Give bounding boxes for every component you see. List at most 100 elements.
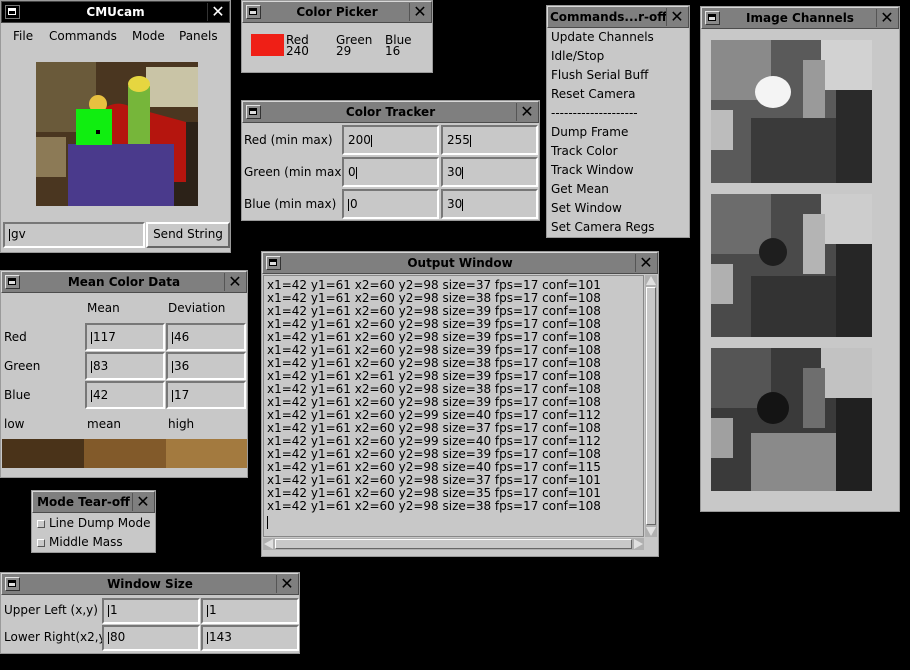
horizontal-scroll-thumb[interactable]	[275, 539, 632, 549]
menu-commands[interactable]: Commands	[49, 29, 117, 43]
output-line: x1=42 y1=61 x2=60 y2=98 size=38 fps=17 c…	[267, 499, 601, 513]
blue-deviation-field[interactable]: 17	[166, 381, 246, 409]
mode-tearoff-window: Mode Tear-off ✕ Line Dump Mode Middle Ma…	[31, 490, 156, 553]
scroll-down-arrow-icon[interactable]	[646, 527, 656, 536]
window-menu-icon[interactable]	[246, 105, 261, 119]
cmucam-window: CMUcam ✕ File Commands Mode Panels gv Se…	[0, 0, 231, 253]
line-dump-mode-label: Line Dump Mode	[49, 516, 151, 530]
upper-left-label: Upper Left (x,y)	[4, 603, 98, 617]
command-input[interactable]: gv	[3, 222, 145, 248]
close-icon[interactable]: ✕	[132, 493, 153, 511]
red-max-field[interactable]: 255	[441, 125, 538, 155]
window-menu-icon[interactable]	[705, 11, 720, 25]
output-titlebar[interactable]: Output Window ✕	[262, 252, 658, 274]
window-menu-icon[interactable]	[5, 275, 20, 289]
commands-title: Commands...r-off	[550, 10, 666, 24]
text-cursor	[267, 516, 268, 529]
horizontal-scrollbar[interactable]	[263, 538, 644, 550]
commands-titlebar[interactable]: Commands...r-off ✕	[547, 6, 689, 28]
close-icon[interactable]: ✕	[876, 9, 897, 27]
red-min-field[interactable]: 200	[342, 125, 439, 155]
cmucam-titlebar[interactable]: CMUcam ✕	[1, 1, 230, 23]
color-tracker-window: Color Tracker ✕ Red (min max) 200 255 Gr…	[241, 100, 540, 221]
menu-mode[interactable]: Mode	[132, 29, 165, 43]
blue-max-field[interactable]: 30	[441, 189, 538, 219]
window-size-title: Window Size	[107, 577, 193, 591]
lower-right-label: Lower Right(x2,y	[4, 630, 106, 644]
close-icon[interactable]: ✕	[666, 8, 687, 26]
mode-tearoff-titlebar[interactable]: Mode Tear-off ✕	[32, 491, 155, 513]
menubar: File Commands Mode Panels	[1, 23, 230, 49]
image-channels-title: Image Channels	[746, 11, 854, 25]
menu-flush-serial-buff[interactable]: Flush Serial Buff	[551, 66, 648, 85]
mean-color-window: Mean Color Data ✕ Mean Deviation Red 117…	[0, 270, 248, 478]
low-color-swatch	[2, 439, 84, 468]
scroll-left-arrow-icon[interactable]	[264, 539, 273, 549]
menu-reset-camera[interactable]: Reset Camera	[551, 85, 635, 104]
color-tracker-title: Color Tracker	[345, 105, 436, 119]
mean-swatch-label: mean	[87, 417, 122, 431]
red-channel-scene	[711, 40, 872, 183]
camera-scene	[36, 62, 198, 206]
blue-mean-field[interactable]: 42	[85, 381, 165, 409]
mean-color-titlebar[interactable]: Mean Color Data ✕	[1, 271, 247, 293]
lower-right-y-field[interactable]: 143	[201, 625, 299, 651]
red-mean-field[interactable]: 117	[85, 323, 165, 351]
close-icon[interactable]: ✕	[635, 254, 656, 272]
window-menu-icon[interactable]	[5, 5, 20, 19]
menu-idle-stop[interactable]: Idle/Stop	[551, 47, 604, 66]
image-channels-titlebar[interactable]: Image Channels ✕	[701, 7, 899, 29]
menu-file[interactable]: File	[13, 29, 33, 43]
green-max-field[interactable]: 30	[441, 157, 538, 187]
middle-mass-label: Middle Mass	[49, 535, 123, 549]
upper-left-y-field[interactable]: 1	[201, 598, 299, 624]
high-color-swatch	[166, 439, 247, 468]
scroll-up-arrow-icon[interactable]	[646, 276, 656, 285]
camera-image[interactable]	[36, 62, 198, 206]
menu-update-channels[interactable]: Update Channels	[551, 28, 654, 47]
mean-column-header: Mean	[87, 301, 120, 315]
close-icon[interactable]: ✕	[516, 103, 537, 121]
red-value: 240	[286, 44, 309, 58]
window-menu-icon[interactable]	[246, 5, 261, 19]
checkbox-icon	[37, 520, 45, 528]
menu-set-window[interactable]: Set Window	[551, 199, 622, 218]
tracker-green-label: Green (min max	[244, 165, 342, 179]
window-menu-icon[interactable]	[5, 577, 20, 591]
menu-set-camera-regs[interactable]: Set Camera Regs	[551, 218, 654, 237]
scroll-right-arrow-icon[interactable]	[634, 539, 643, 549]
menu-panels[interactable]: Panels	[179, 29, 218, 43]
checkbox-icon	[37, 539, 45, 547]
red-deviation-field[interactable]: 46	[166, 323, 246, 351]
window-size-window: Window Size ✕ Upper Left (x,y) 1 1 Lower…	[0, 572, 300, 654]
upper-left-x-field[interactable]: 1	[102, 598, 200, 624]
menu-track-color[interactable]: Track Color	[551, 142, 618, 161]
close-icon[interactable]: ✕	[207, 3, 228, 21]
close-icon[interactable]: ✕	[224, 273, 245, 291]
window-menu-icon[interactable]	[266, 256, 281, 270]
menu-track-window[interactable]: Track Window	[551, 161, 634, 180]
output-text-area[interactable]: x1=42 y1=61 x2=60 y2=98 size=37 fps=17 c…	[263, 275, 644, 537]
window-size-titlebar[interactable]: Window Size ✕	[1, 573, 299, 595]
close-icon[interactable]: ✕	[276, 575, 297, 593]
mean-green-label: Green	[4, 359, 41, 373]
vertical-scrollbar[interactable]	[645, 275, 657, 537]
close-icon[interactable]: ✕	[409, 3, 430, 21]
green-deviation-field[interactable]: 36	[166, 352, 246, 380]
color-tracker-titlebar[interactable]: Color Tracker ✕	[242, 101, 539, 123]
menu-get-mean[interactable]: Get Mean	[551, 180, 609, 199]
green-min-field[interactable]: 0	[342, 157, 439, 187]
blue-min-field[interactable]: 0	[342, 189, 439, 219]
lower-right-x-field[interactable]: 80	[102, 625, 200, 651]
high-label: high	[168, 417, 195, 431]
tracker-blue-label: Blue (min max)	[244, 197, 337, 211]
cmucam-title: CMUcam	[86, 5, 145, 19]
color-picker-window: Color Picker ✕ Red 240 Green 29 Blue 16	[241, 0, 433, 73]
vertical-scroll-thumb[interactable]	[646, 287, 656, 525]
mean-red-label: Red	[4, 330, 27, 344]
color-picker-title: Color Picker	[296, 5, 378, 19]
menu-dump-frame[interactable]: Dump Frame	[551, 123, 628, 142]
color-picker-titlebar[interactable]: Color Picker ✕	[242, 1, 432, 23]
send-string-button[interactable]: Send String	[146, 222, 230, 248]
green-mean-field[interactable]: 83	[85, 352, 165, 380]
